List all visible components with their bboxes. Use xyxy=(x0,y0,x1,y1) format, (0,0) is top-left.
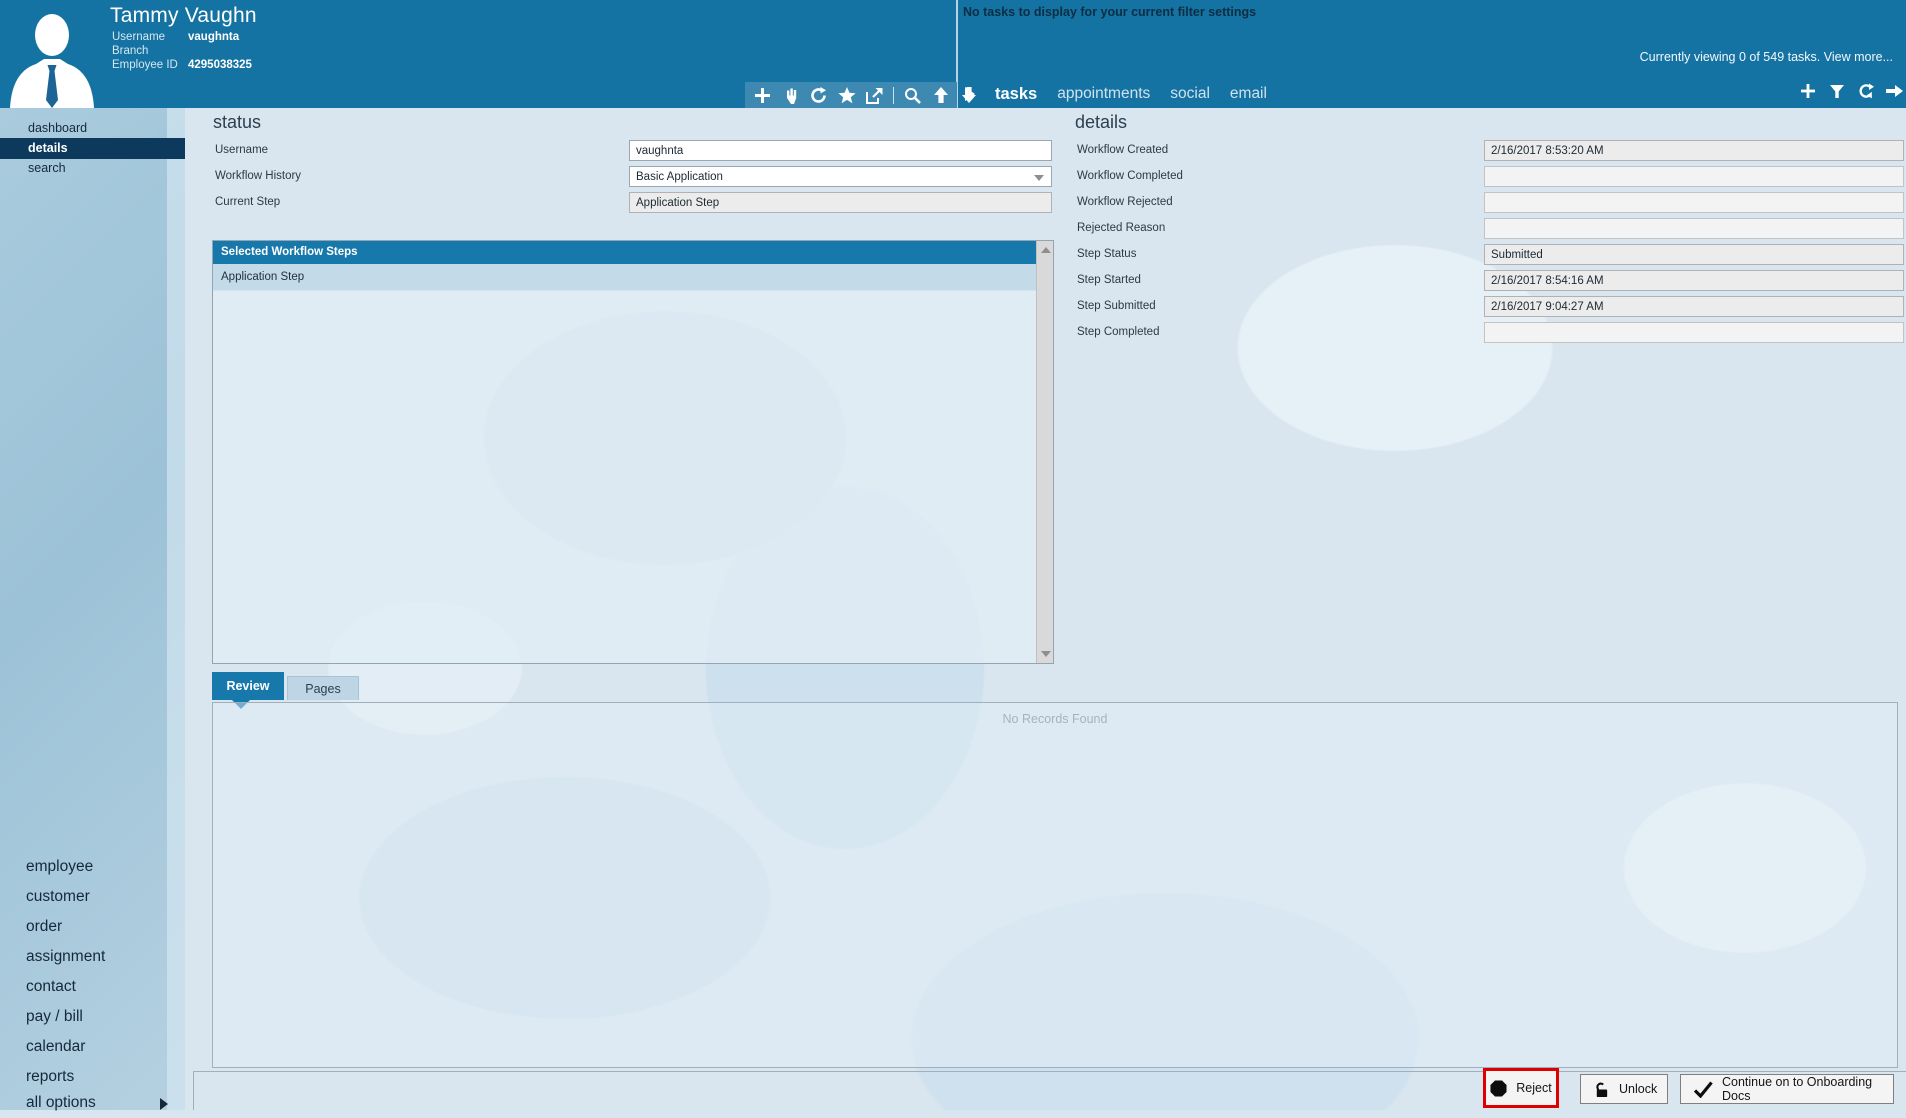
tasks-notice: No tasks to display for your current fil… xyxy=(963,5,1257,19)
sidebar-item-dashboard[interactable]: dashboard xyxy=(0,119,185,138)
status-section-title: status xyxy=(213,112,262,132)
nav-tasks[interactable]: tasks xyxy=(995,85,1037,104)
stop-octagon-icon xyxy=(1490,1079,1507,1097)
task-toolbar-right xyxy=(1798,82,1904,100)
unlock-icon xyxy=(1593,1081,1610,1098)
scroll-down-icon[interactable] xyxy=(1041,651,1051,657)
toolbar-separator xyxy=(893,86,894,104)
username-label: Username xyxy=(215,144,269,156)
workflow-rejected-label: Workflow Rejected xyxy=(1077,196,1173,208)
sidebar-item-all-options-label: all options xyxy=(26,1094,96,1111)
sidebar-item-pay-bill[interactable]: pay / bill xyxy=(0,1002,185,1032)
current-step-field: Application Step xyxy=(629,192,1052,213)
continue-button-label: Continue on to Onboarding Docs xyxy=(1722,1075,1873,1103)
reject-highlight-frame: Reject xyxy=(1483,1068,1559,1108)
username-input[interactable]: vaughnta xyxy=(629,140,1052,161)
chevron-down-icon xyxy=(1034,175,1044,181)
submenu-arrow-icon xyxy=(160,1098,168,1110)
meta-username-value: vaughnta xyxy=(188,31,240,43)
workflow-history-value: Basic Application xyxy=(636,171,723,183)
workflow-completed-label: Workflow Completed xyxy=(1077,170,1183,182)
search-icon[interactable] xyxy=(903,86,922,104)
refresh-tasks-icon[interactable] xyxy=(1856,82,1875,100)
meta-username-label: Username xyxy=(112,31,166,43)
tasks-viewing-link[interactable]: Currently viewing 0 of 549 tasks. View m… xyxy=(1640,50,1893,64)
sidebar-item-search[interactable]: search xyxy=(0,159,185,178)
workflow-step-row[interactable]: Application Step xyxy=(213,264,1053,291)
open-external-icon[interactable] xyxy=(865,86,884,104)
tab-pages[interactable]: Pages xyxy=(287,676,359,700)
step-completed-field xyxy=(1484,322,1904,343)
nav-appointments[interactable]: appointments xyxy=(1057,85,1150,103)
reject-button[interactable]: Reject xyxy=(1486,1071,1556,1105)
workflow-steps-header: Selected Workflow Steps xyxy=(213,241,1053,264)
current-step-label: Current Step xyxy=(215,196,281,208)
workflow-rejected-field xyxy=(1484,192,1904,213)
sidebar-item-all-options[interactable]: all options xyxy=(0,1088,185,1118)
meta-branch-label: Branch xyxy=(112,45,149,57)
hand-pointer-icon[interactable] xyxy=(781,86,800,104)
reject-button-label: Reject xyxy=(1516,1081,1552,1095)
unlock-button[interactable]: Unlock xyxy=(1580,1074,1668,1104)
step-status-field: Submitted xyxy=(1484,244,1904,265)
sidebar-item-details[interactable]: details xyxy=(0,138,185,159)
details-section-title: details xyxy=(1075,112,1128,132)
unlock-button-label: Unlock xyxy=(1619,1082,1658,1096)
workflow-history-dropdown[interactable]: Basic Application xyxy=(629,166,1052,187)
workflow-steps-scrollbar[interactable] xyxy=(1036,241,1053,663)
employee-name: Tammy Vaughn xyxy=(110,4,257,27)
task-nav: tasks appointments social email xyxy=(965,80,1267,108)
step-started-label: Step Started xyxy=(1077,274,1141,286)
sidebar-item-order[interactable]: order xyxy=(0,912,185,942)
sidebar-item-contact[interactable]: contact xyxy=(0,972,185,1002)
nav-social[interactable]: social xyxy=(1170,85,1210,103)
review-panel xyxy=(212,702,1898,1068)
sidebar-item-customer[interactable]: customer xyxy=(0,882,185,912)
nav-email[interactable]: email xyxy=(1230,85,1267,103)
workflow-completed-field xyxy=(1484,166,1904,187)
rejected-reason-label: Rejected Reason xyxy=(1077,222,1166,234)
add-icon[interactable] xyxy=(753,86,772,104)
move-up-icon[interactable] xyxy=(931,86,950,104)
favorite-star-icon[interactable] xyxy=(837,86,856,104)
meta-employee-id: Employee ID 4295038325 xyxy=(112,58,252,73)
add-task-icon[interactable] xyxy=(1798,82,1817,100)
meta-employee-id-label: Employee ID xyxy=(112,59,178,71)
filter-icon[interactable] xyxy=(1827,82,1846,100)
meta-branch: Branch xyxy=(112,44,188,59)
toolbar-icon-band xyxy=(745,82,976,108)
sidebar-item-employee[interactable]: employee xyxy=(0,852,185,882)
step-started-field: 2/16/2017 8:54:16 AM xyxy=(1484,270,1904,291)
step-submitted-field: 2/16/2017 9:04:27 AM xyxy=(1484,296,1904,317)
forward-arrow-icon[interactable] xyxy=(1885,82,1904,100)
step-completed-label: Step Completed xyxy=(1077,326,1160,338)
avatar xyxy=(2,4,102,108)
step-submitted-label: Step Submitted xyxy=(1077,300,1156,312)
workflow-steps-list: Selected Workflow Steps Application Step xyxy=(212,240,1054,664)
workflow-created-field: 2/16/2017 8:53:20 AM xyxy=(1484,140,1904,161)
no-records-text: No Records Found xyxy=(1002,712,1108,726)
workflow-created-label: Workflow Created xyxy=(1077,144,1169,156)
tab-review[interactable]: Review xyxy=(212,672,284,700)
step-status-label: Step Status xyxy=(1077,248,1137,260)
meta-employee-id-value: 4295038325 xyxy=(188,59,252,71)
rejected-reason-field xyxy=(1484,218,1904,239)
sidebar-item-calendar[interactable]: calendar xyxy=(0,1032,185,1062)
scroll-up-icon[interactable] xyxy=(1041,247,1051,253)
workflow-history-label: Workflow History xyxy=(215,170,302,182)
meta-username: Username vaughnta xyxy=(112,30,239,45)
check-icon xyxy=(1693,1080,1713,1098)
sidebar-item-assignment[interactable]: assignment xyxy=(0,942,185,972)
play-icon[interactable] xyxy=(965,87,975,101)
continue-onboarding-button[interactable]: Continue on to Onboarding Docs xyxy=(1680,1074,1894,1104)
refresh-icon[interactable] xyxy=(809,86,828,104)
